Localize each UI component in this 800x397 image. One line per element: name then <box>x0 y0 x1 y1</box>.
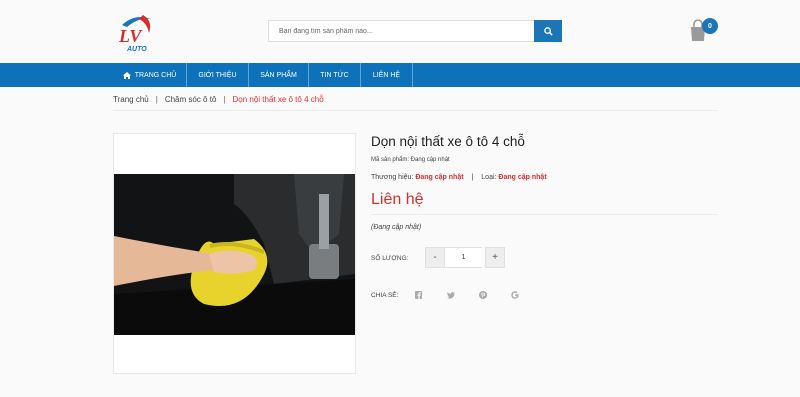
share-label: CHIA SẺ: <box>371 292 399 299</box>
type-label: Loại: <box>481 174 497 181</box>
divider <box>113 110 718 111</box>
breadcrumb-home[interactable]: Trang chủ <box>113 95 149 104</box>
nav-label-about: GIỚI THIỆU <box>198 71 237 79</box>
product-price: Liên hệ <box>371 191 424 208</box>
search-bar <box>268 20 562 42</box>
cart-count-badge: 0 <box>702 18 718 34</box>
nav-item-home[interactable]: TRANG CHỦ <box>113 63 187 87</box>
product-description: (Đang cập nhật) <box>371 224 422 231</box>
search-button[interactable] <box>534 20 562 42</box>
nav-label-contact: LIÊN HỆ <box>372 71 401 79</box>
brand-label: Thương hiệu: <box>371 174 414 181</box>
breadcrumb-separator: | <box>223 95 226 104</box>
nav-label-products: SẢN PHẨM <box>260 71 297 79</box>
main-nav: TRANG CHỦ GIỚI THIỆU SẢN PHẨM TIN TỨC LI… <box>0 63 800 87</box>
nav-label-home: TRANG CHỦ <box>134 71 177 79</box>
facebook-icon[interactable] <box>415 291 447 299</box>
product-image-box <box>113 133 356 374</box>
site-header: LV AUTO 0 <box>0 0 800 63</box>
product-photo <box>114 174 355 335</box>
pinterest-icon[interactable] <box>479 291 511 299</box>
breadcrumb-category[interactable]: Chăm sóc ô tô <box>165 95 217 104</box>
product-title: Dọn nội thất xe ô tô 4 chỗ <box>371 134 525 149</box>
nav-label-news: TIN TỨC <box>320 71 349 79</box>
google-icon[interactable] <box>511 291 543 299</box>
svg-text:LV: LV <box>118 26 143 46</box>
logo-icon[interactable]: LV AUTO <box>113 11 157 53</box>
share-links <box>415 291 543 299</box>
breadcrumb: Trang chủ | Chăm sóc ô tô | Dọn nội thất… <box>113 95 324 104</box>
nav-item-news[interactable]: TIN TỨC <box>309 63 361 87</box>
quantity-increase-button[interactable]: + <box>485 247 505 268</box>
search-icon <box>543 26 553 36</box>
svg-text:AUTO: AUTO <box>126 46 147 53</box>
nav-item-products[interactable]: SẢN PHẨM <box>249 63 309 87</box>
product-image[interactable] <box>114 174 355 335</box>
nav-item-contact[interactable]: LIÊN HỆ <box>361 63 413 87</box>
quantity-input[interactable]: 1 <box>445 247 482 268</box>
product-brand-type: Thương hiệu: Đang cập nhật | Loại: Đang … <box>371 174 547 181</box>
brand-separator: | <box>471 174 474 181</box>
product-sku: Mã sản phẩm: Đang cập nhật <box>371 157 450 163</box>
breadcrumb-separator: | <box>155 95 158 104</box>
nav-item-about[interactable]: GIỚI THIỆU <box>187 63 249 87</box>
quantity-label: SỐ LƯỢNG: <box>371 255 409 262</box>
search-input[interactable] <box>269 21 534 41</box>
twitter-icon[interactable] <box>447 291 479 299</box>
home-icon <box>122 71 131 79</box>
quantity-stepper: - 1 + <box>425 247 505 268</box>
divider <box>371 214 718 215</box>
quantity-decrease-button[interactable]: - <box>425 247 445 268</box>
breadcrumb-current: Dọn nội thất xe ô tô 4 chỗ <box>232 95 324 104</box>
type-value[interactable]: Đang cập nhật <box>498 174 546 181</box>
brand-value[interactable]: Đang cập nhật <box>415 174 463 181</box>
